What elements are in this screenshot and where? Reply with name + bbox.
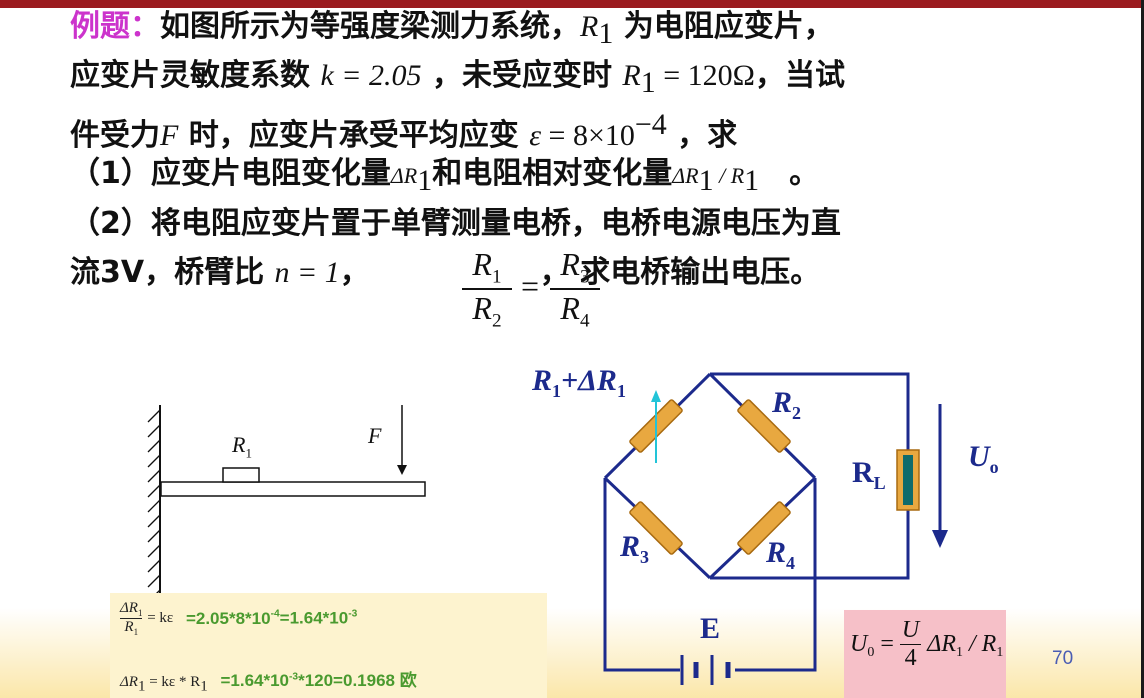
output-voltage-arrow-icon [932,404,948,548]
battery-symbol [680,655,731,685]
problem-line-6: 流3V，桥臂比 n = 1，， 求电桥输出电压。 [70,255,821,290]
problem-line-3: 件受力F 时，应变片承受平均应变 ε = 8×10−4 ，求 [70,108,738,153]
problem-line-5: （2）将电阻应变片置于单臂测量电桥，电桥电源电压为直 [70,206,841,241]
page-number: 70 [1052,648,1074,669]
bridge-label-e: E [700,612,721,645]
bridge-label-r1: R1+ΔR1 [532,364,626,401]
bridge-label-rl: RL [852,456,886,493]
ratio-fraction-left: R1 R2 [462,246,512,333]
bridge-label-r4: R4 [766,536,796,573]
load-resistor-symbol [896,449,920,511]
problem-heading: 例题： [70,9,160,44]
problem-line-4: （1）应变片电阻变化量ΔR1和电阻相对变化量ΔR1 / R1。 [70,156,820,197]
output-voltage-formula: U0 = U 4 ΔR1 / R1 [850,617,1004,671]
bridge-label-r2: R2 [772,386,802,423]
problem-line-2: 应变片灵敏度系数 k = 2.05 ，未受应变时 R1 = 120Ω，当试 [70,58,845,99]
problem-line-1: 例题：如图所示为等强度梁测力系统，R1 为电阻应变片， [70,9,834,50]
top-accent-bar [0,0,1144,8]
beam-force-label: F [368,423,382,448]
ratio-fraction-right: R3 R4 [550,246,600,333]
bridge-label-uo: Uo [968,440,999,477]
bridge-label-r3: R3 [620,530,650,567]
cantilever-beam-diagram [147,405,426,603]
beam-strain-gauge-label: R1 [232,432,252,461]
solution-formula-1: ΔR1 R1 = kε =2.05*8*10-4=1.64*10-3 [120,600,358,637]
ratio-equals: = [520,268,540,304]
solution-formula-2: ΔR1 = kε * R1 =1.64*10-3*120=0.1968 欧 [120,671,417,695]
